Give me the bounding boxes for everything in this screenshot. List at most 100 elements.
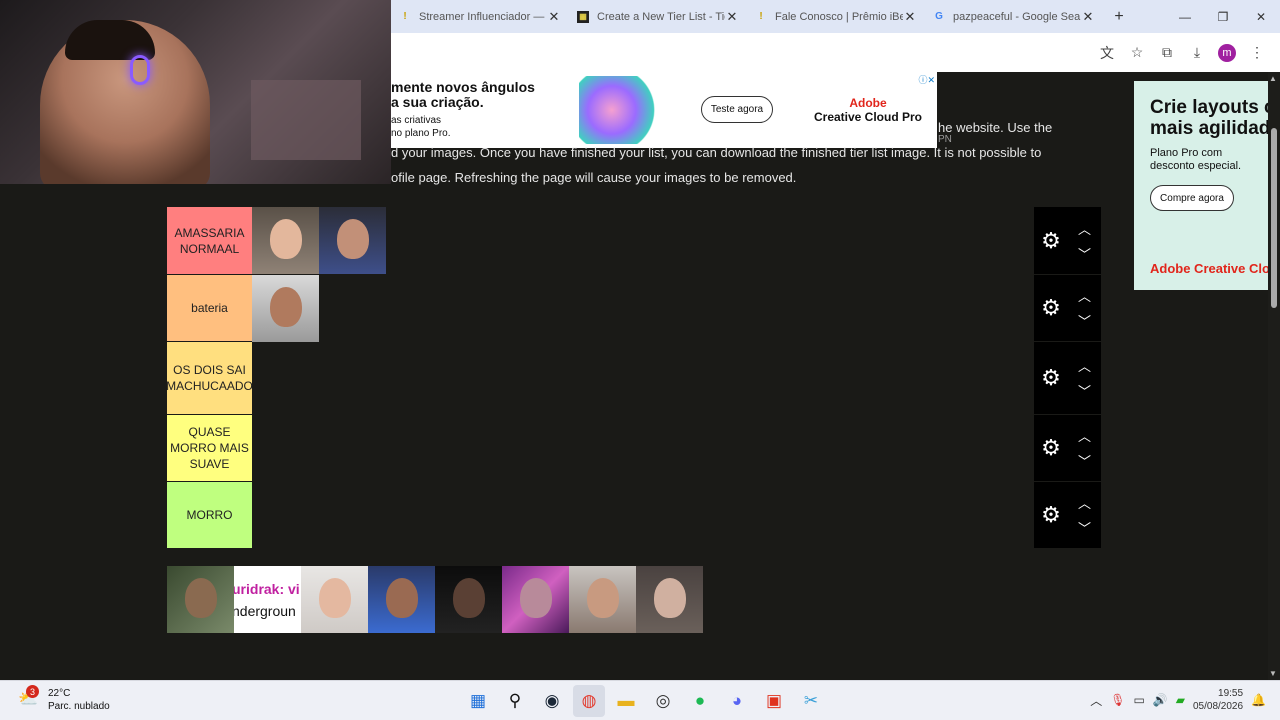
move-up-icon[interactable]: ︿ — [1078, 493, 1091, 512]
tier-items[interactable] — [252, 207, 1034, 274]
close-tab-icon[interactable]: ✕ — [547, 9, 561, 25]
menu-icon[interactable]: ⋮ — [1242, 38, 1272, 68]
close-tab-icon[interactable]: ✕ — [903, 9, 917, 25]
pool-image[interactable] — [569, 566, 636, 633]
restore-button[interactable]: ❐ — [1204, 0, 1242, 33]
weather-widget[interactable]: ⛅ 3 22°C Parc. nublado — [18, 685, 110, 713]
windows-start-icon[interactable]: ▦ — [462, 685, 494, 717]
scroll-up-icon[interactable]: ▲ — [1269, 74, 1277, 83]
gear-icon[interactable]: ⚙ — [1034, 295, 1068, 321]
volume-icon[interactable]: 🔊 — [1153, 693, 1168, 707]
move-up-icon[interactable]: ︿ — [1078, 219, 1091, 238]
side-ad-cta-button[interactable]: Compre agora — [1150, 185, 1234, 211]
tier-image[interactable] — [319, 207, 386, 274]
pool-image[interactable] — [636, 566, 703, 633]
pool-image[interactable] — [301, 566, 368, 633]
snipping-tool-icon[interactable]: ✂ — [795, 685, 827, 717]
pool-image[interactable]: uridrak: vi ndergroun — [234, 566, 301, 633]
move-up-icon[interactable]: ︿ — [1078, 426, 1091, 445]
tier-items[interactable] — [252, 275, 1034, 342]
move-down-icon[interactable]: ﹀ — [1078, 381, 1091, 400]
scrollbar-thumb[interactable] — [1271, 128, 1277, 308]
move-down-icon[interactable]: ﹀ — [1078, 451, 1091, 470]
tab-title: pazpeaceful - Google Searc — [953, 10, 1081, 23]
tab-fale-conosco[interactable]: ! Fale Conosco | Prêmio iBe ✕ — [747, 0, 925, 33]
gear-icon[interactable]: ⚙ — [1034, 228, 1068, 254]
system-tray: ︿ 🎙 ▭ 🔊 ▰ 19:55 05/08/2026 🔔 — [1090, 687, 1266, 713]
chevron-up-icon[interactable]: ︿ — [1090, 692, 1102, 709]
profile-icon[interactable]: m — [1212, 38, 1242, 68]
tier-label[interactable]: QUASE MORRO MAIS SUAVE — [167, 415, 252, 481]
close-window-button[interactable]: ✕ — [1242, 0, 1280, 33]
chrome-icon[interactable]: ◍ — [573, 685, 605, 717]
side-ad-headline: Crie layouts c mais agilidade — [1150, 97, 1268, 139]
translate-icon[interactable]: 文 — [1092, 38, 1122, 68]
tier-items[interactable] — [252, 482, 1034, 548]
steam-icon[interactable]: ◉ — [536, 685, 568, 717]
side-ad[interactable]: Crie layouts c mais agilidade Plano Pro … — [1134, 81, 1268, 290]
move-down-icon[interactable]: ﹀ — [1078, 244, 1091, 263]
tierlist-icon: ▦ — [577, 10, 589, 23]
side-ad-headline-line: mais agilidade — [1150, 118, 1268, 139]
gear-icon[interactable]: ⚙ — [1034, 435, 1068, 461]
pool-image[interactable] — [368, 566, 435, 633]
pdf-icon[interactable]: ▣ — [758, 685, 790, 717]
tier-label[interactable]: MORRO — [167, 482, 252, 548]
tab-create-tier-list[interactable]: ▦ Create a New Tier List - Tie ✕ — [569, 0, 747, 33]
pool-image-text: uridrak: vi — [234, 581, 300, 597]
notifications-icon[interactable]: 🔔 — [1251, 693, 1266, 707]
file-explorer-icon[interactable]: ▬ — [610, 685, 642, 717]
move-down-icon[interactable]: ﹀ — [1078, 518, 1091, 537]
microphone-icon[interactable]: 🎙 — [1110, 693, 1125, 707]
move-down-icon[interactable]: ﹀ — [1078, 311, 1091, 330]
tier-label[interactable]: bateria — [167, 275, 252, 341]
tier-label[interactable]: AMASSARIA NORMAAL — [167, 207, 252, 274]
search-icon[interactable]: ⚲ — [499, 685, 531, 717]
tier-label[interactable]: OS DOIS SAI MACHUCAADO — [166, 342, 253, 414]
extensions-icon[interactable]: ⧉ — [1152, 38, 1182, 68]
ad-cta-button[interactable]: Teste agora — [701, 96, 773, 123]
warning-icon: ! — [759, 11, 763, 22]
tier-image[interactable] — [252, 275, 319, 342]
clock[interactable]: 19:55 05/08/2026 — [1193, 687, 1243, 713]
battery-icon[interactable]: ▰ — [1176, 693, 1185, 707]
webcam-overlay — [0, 0, 391, 184]
image-pool[interactable]: uridrak: vi ndergroun — [167, 566, 703, 633]
pool-image[interactable] — [502, 566, 569, 633]
network-icon[interactable]: ▭ — [1133, 693, 1144, 707]
tab-google-search[interactable]: G pazpeaceful - Google Searc ✕ — [925, 0, 1103, 33]
download-icon[interactable]: ⤓ — [1182, 38, 1212, 68]
gear-icon[interactable]: ⚙ — [1034, 365, 1068, 391]
spotify-icon[interactable]: ● — [684, 685, 716, 717]
new-tab-button[interactable]: + — [1107, 8, 1131, 26]
tier-items[interactable] — [252, 342, 1034, 414]
minimize-button[interactable]: — — [1166, 0, 1204, 33]
close-tab-icon[interactable]: ✕ — [725, 9, 739, 25]
tab-title: Fale Conosco | Prêmio iBe — [775, 10, 903, 23]
tier-controls: ⚙ ︿ ﹀ — [1034, 342, 1101, 414]
ad-headline-line: mente novos ângulos — [391, 79, 535, 95]
pool-image[interactable] — [435, 566, 502, 633]
ad-info-icon[interactable]: ⓘ✕ — [918, 73, 935, 86]
ad-brand-product: Creative Cloud Pro — [813, 110, 923, 124]
gear-icon[interactable]: ⚙ — [1034, 502, 1068, 528]
weather-temp: 22°C — [48, 688, 71, 699]
star-icon[interactable]: ☆ — [1122, 38, 1152, 68]
tier-image[interactable] — [252, 207, 319, 274]
scroll-down-icon[interactable]: ▼ — [1269, 669, 1277, 678]
tier-controls: ⚙ ︿ ﹀ — [1034, 415, 1101, 481]
obs-icon[interactable]: ◎ — [647, 685, 679, 717]
pool-image[interactable] — [167, 566, 234, 633]
move-up-icon[interactable]: ︿ — [1078, 356, 1091, 375]
headset-icon — [130, 55, 150, 85]
tier-controls: ⚙ ︿ ﹀ — [1034, 482, 1101, 548]
discord-icon[interactable]: ◕ — [721, 685, 753, 717]
pool-image-text: ndergroun — [234, 603, 296, 619]
description-line: he website. Use the — [938, 120, 1053, 135]
ad-banner[interactable]: mente novos ângulos a sua criação. as cr… — [391, 72, 937, 148]
tier-items[interactable] — [252, 415, 1034, 481]
close-tab-icon[interactable]: ✕ — [1081, 9, 1095, 25]
tab-streamer-influenciador[interactable]: ! Streamer Influenciador — Pi ✕ — [391, 0, 569, 33]
page-scrollbar[interactable]: ▲ ▼ — [1268, 72, 1280, 680]
move-up-icon[interactable]: ︿ — [1078, 286, 1091, 305]
